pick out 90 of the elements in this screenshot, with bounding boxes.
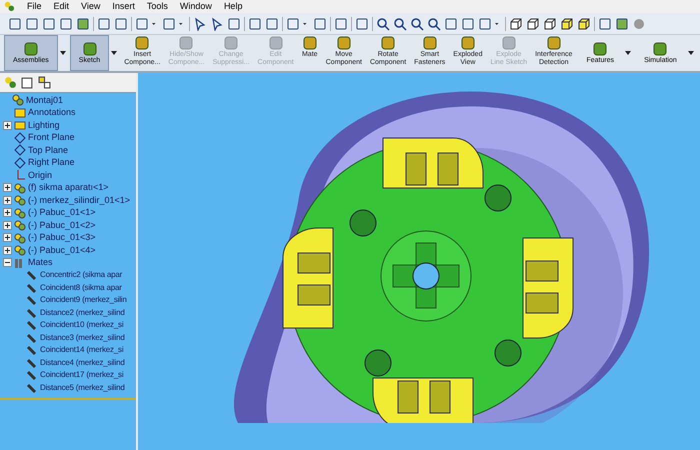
tree-item[interactable]: Distance3 (merkez_silind [40,332,125,344]
menu-item[interactable]: Tools [146,0,168,14]
tree-item[interactable]: Coincident8 (sikma apar [40,282,122,294]
mate-icon [26,306,38,319]
expand-icon[interactable] [3,120,12,130]
part-icon [14,182,26,194]
tree-item[interactable]: Distance5 (merkez_silind [40,382,125,394]
tree-item[interactable]: Concentric2 (sikma apar [40,269,122,282]
part-icon [14,244,26,256]
zoom-out-icon[interactable] [427,16,441,30]
tree-item[interactable]: (-) Pabuc_01<1> [28,206,96,220]
part-icon [14,206,26,219]
tree-item[interactable]: Coincident9 (merkez_silin [40,294,127,306]
mate-icon [26,356,38,369]
configuration-tab-icon[interactable] [38,76,51,89]
command-icon [460,35,476,51]
expand-icon[interactable] [3,246,12,255]
property-tab-icon[interactable] [21,76,34,89]
command-icon [336,35,352,51]
mate-icon [26,294,38,306]
collapse-icon[interactable] [3,258,12,268]
tree-item[interactable]: Distance4 (merkez_silind [40,356,125,369]
command-icon [268,35,284,51]
tree-item[interactable]: Origin [28,168,52,182]
tree-item[interactable]: Right Plane [28,156,75,170]
menu-item[interactable]: Window [180,0,212,14]
zoom-fit-icon[interactable] [376,16,390,30]
plane-icon [14,156,26,169]
tree-item[interactable]: (-) Pabuc_01<2> [28,218,96,232]
menu-item[interactable]: Edit [54,0,70,14]
command-icon [302,35,318,51]
command-icon [223,35,240,51]
command-icon [422,35,438,51]
lighting-icon [14,119,26,132]
plane-icon [14,132,26,144]
menu-item[interactable]: File [27,0,42,14]
mate-icon [26,369,38,382]
expand-icon[interactable] [3,183,12,192]
command-icon [500,35,517,51]
tree-item[interactable]: Coincident17 (merkez_si [40,369,124,382]
cube-icon[interactable] [543,16,557,30]
zoom-in-icon[interactable] [393,16,407,30]
tree-item[interactable]: Mates [28,256,53,270]
cube-icon[interactable] [509,16,523,30]
tree-item[interactable]: Front Plane [28,131,75,144]
cube-icon[interactable] [526,16,540,30]
command-icon [82,41,98,57]
shaded-cube-icon[interactable] [560,16,574,30]
part-icon [14,194,26,206]
tree-item[interactable]: Coincident14 (merkez_si [40,344,124,356]
plane-icon [14,144,26,156]
expand-icon[interactable] [3,196,12,205]
expand-icon[interactable] [3,208,12,218]
tree-item[interactable]: Annotations [28,106,76,120]
expand-icon[interactable] [3,220,12,230]
tree-item[interactable]: (-) merkez_silindir_01<1> [28,194,130,207]
part-icon [14,219,26,232]
tree-item[interactable]: Lighting [28,118,60,132]
tree-item[interactable]: Distance2 (merkez_silind [40,306,125,319]
root-icon [12,94,24,106]
mate-icon [26,332,38,344]
tree-item[interactable]: (-) Pabuc_01<4> [28,244,96,257]
tree-item[interactable]: (f) sikma aparatı<1> [28,181,109,194]
menu-item[interactable]: Help [224,0,242,14]
mate-icon [26,282,38,294]
tree-item[interactable]: Top Plane [28,144,68,157]
app-logo-icon[interactable] [4,1,15,12]
command-icon [592,41,608,57]
tree-item[interactable]: Coincident10 (merkez_si [40,319,124,332]
select-arrow-icon[interactable] [193,16,207,30]
mate-icon [26,382,38,394]
annotations-icon [14,106,26,119]
command-icon [380,35,396,51]
feature-tree-tab-icon[interactable] [4,76,17,89]
command-icon [652,41,668,57]
command-icon [546,35,562,51]
menu-item[interactable]: View [81,0,100,14]
zoom-area-icon[interactable] [410,16,424,30]
tree-item[interactable]: Montaj01 [26,94,64,107]
command-icon [22,41,39,57]
part-icon [14,232,26,244]
mate-icon [26,344,38,356]
mate-icon [26,319,38,332]
menu-item[interactable]: Insert [112,0,135,14]
shaded-cube-icon[interactable] [577,16,591,30]
tree-item[interactable]: (-) Pabuc_01<3> [28,231,96,244]
mate-icon [26,269,38,282]
command-icon [178,35,194,51]
command-icon [134,35,150,51]
expand-icon[interactable] [3,233,12,242]
